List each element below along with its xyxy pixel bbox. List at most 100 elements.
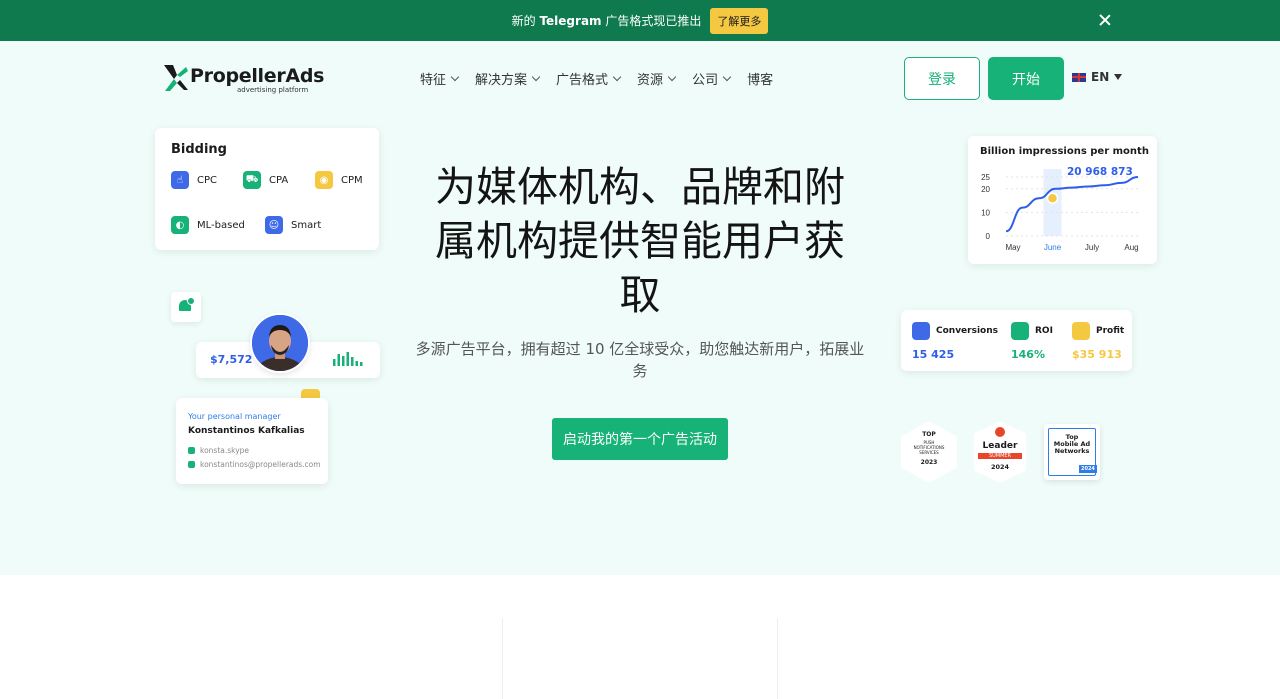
chevron-down-icon	[531, 72, 541, 82]
pointer-icon: ☝	[171, 171, 189, 189]
chart-highlight-value: 20 968 873	[1067, 166, 1133, 178]
award-text: Leader	[982, 441, 1018, 451]
caret-down-icon	[1114, 74, 1123, 80]
award-g2-leader: Leader SUMMER 2024	[974, 421, 1026, 483]
skype-icon	[188, 447, 195, 454]
skype-text: konsta.skype	[200, 446, 250, 455]
email-text: konstantinos@propellerads.com	[200, 460, 321, 469]
person-icon	[252, 315, 308, 371]
close-icon[interactable]	[1096, 11, 1114, 29]
metric-roi: ROI	[1011, 322, 1053, 340]
nav-item-ad-formats[interactable]: 广告格式	[556, 69, 622, 88]
chart-series-line	[1005, 176, 1139, 233]
bidding-title: Bidding	[171, 142, 227, 157]
bid-item-ml-based: ◐ ML-based	[171, 216, 245, 234]
manager-email[interactable]: konstantinos@propellerads.com	[188, 460, 321, 469]
login-button[interactable]: 登录	[904, 57, 980, 100]
bar-chart-icon	[912, 322, 930, 340]
metrics-card: Conversions 15 425 ROI 146% Profit $35 9…	[901, 310, 1132, 371]
logo-name: PropellerAds	[190, 65, 325, 87]
bid-label: ML-based	[197, 219, 245, 231]
robot-icon: ☺	[265, 216, 283, 234]
bid-item-smart: ☺ Smart	[265, 216, 321, 234]
start-button[interactable]: 开始	[988, 57, 1064, 100]
avatar	[250, 313, 310, 373]
announcement-prefix: 新的	[511, 14, 540, 28]
manager-skype[interactable]: konsta.skype	[188, 446, 249, 455]
metric-conversions-value: 15 425	[912, 348, 955, 361]
trend-up-icon	[1011, 322, 1029, 340]
bid-item-cpa: ⛟ CPA	[243, 171, 288, 189]
chevron-down-icon	[722, 72, 732, 82]
chevron-down-icon	[450, 72, 460, 82]
award-text: PUSH NOTIFICATIONS SERVICES	[913, 440, 945, 455]
manager-name: Konstantinos Kafkalias	[188, 426, 305, 436]
announcement-telegram: Telegram	[539, 14, 602, 28]
chart-highlight-point	[1046, 192, 1059, 204]
bid-label: Smart	[291, 219, 322, 231]
chart-ytick-label: 0	[986, 232, 991, 241]
chart-ytick-label: 10	[981, 208, 990, 217]
bid-label: CPA	[269, 174, 289, 186]
metric-label: ROI	[1035, 326, 1053, 336]
g2-logo-icon	[995, 427, 1005, 437]
chevron-down-icon	[667, 72, 677, 82]
brain-icon: ◐	[171, 216, 189, 234]
metric-profit: Profit	[1072, 322, 1124, 340]
nav-item-solutions[interactable]: 解决方案	[475, 69, 541, 88]
award-title: Top Mobile Ad Networks	[1044, 434, 1100, 455]
notification-bell-icon	[171, 292, 201, 322]
announcement-bar: 新的 Telegram 广告格式现已推出 了解更多	[0, 0, 1280, 41]
bar-chart-icon	[333, 352, 363, 366]
award-top-mobile-networks: Top Mobile Ad Networks 2024	[1044, 424, 1100, 480]
manager-card: Your personal manager Konstantinos Kafka…	[176, 398, 328, 484]
section-divider	[502, 618, 503, 699]
nav-label: 博客	[747, 73, 774, 88]
award-text: 2024	[1079, 465, 1097, 473]
mail-icon	[188, 461, 195, 468]
bell-badge	[187, 297, 195, 305]
announcement-suffix: 广告格式现已推出	[601, 14, 702, 28]
nav-label: 公司	[692, 73, 719, 88]
bid-item-cpc: ☝ CPC	[171, 171, 217, 189]
cart-icon: ⛟	[243, 171, 261, 189]
language-selector[interactable]: EN	[1072, 70, 1123, 84]
logo-tagline: advertising platform	[237, 86, 309, 94]
nav-label: 特征	[420, 73, 447, 88]
chart-xtick-label: Aug	[1124, 243, 1138, 252]
announcement-text: 新的 Telegram 广告格式现已推出	[512, 12, 702, 29]
metric-profit-value: $35 913	[1072, 348, 1122, 361]
logo[interactable]: PropellerAds advertising platform	[162, 63, 324, 95]
uk-flag-icon	[1072, 72, 1086, 82]
eye-icon: ◉	[315, 171, 333, 189]
bid-label: CPM	[341, 174, 363, 186]
learn-more-button[interactable]: 了解更多	[710, 7, 769, 34]
chart-xtick-label: May	[1005, 243, 1020, 252]
main-nav: 特征 解决方案 广告格式 资源 公司 博客	[420, 69, 790, 88]
hero-headline: 为媒体机构、品牌和附属机构提供智能用户获取	[435, 163, 845, 319]
nav-label: 广告格式	[556, 73, 609, 88]
nav-label: 解决方案	[475, 73, 528, 88]
nav-item-company[interactable]: 公司	[692, 69, 732, 88]
metric-label: Conversions	[936, 326, 998, 336]
nav-item-resources[interactable]: 资源	[637, 69, 677, 88]
award-text: Networks	[1054, 447, 1090, 455]
award-text: 2023	[920, 459, 938, 466]
nav-item-blog[interactable]: 博客	[747, 69, 773, 88]
award-text: TOP	[922, 431, 936, 438]
chart-xtick-label: June	[1044, 243, 1062, 252]
metric-roi-value: 146%	[1011, 348, 1045, 361]
chart-ytick-label: 25	[981, 173, 990, 182]
metric-conversions: Conversions	[912, 322, 998, 340]
award-text: 2024	[990, 463, 1010, 471]
logo-mark-icon	[164, 65, 188, 91]
bid-label: CPC	[197, 174, 217, 186]
launch-campaign-button[interactable]: 启动我的第一个广告活动	[552, 418, 728, 460]
language-label: EN	[1091, 70, 1110, 84]
impressions-chart-card: Billion impressions per month 0 10 20 25 May…	[968, 136, 1157, 264]
manager-role: Your personal manager	[188, 412, 281, 421]
earnings-value: $7,572	[210, 353, 253, 366]
coin-icon	[1072, 322, 1090, 340]
nav-label: 资源	[637, 73, 664, 88]
nav-item-features[interactable]: 特征	[420, 69, 460, 88]
